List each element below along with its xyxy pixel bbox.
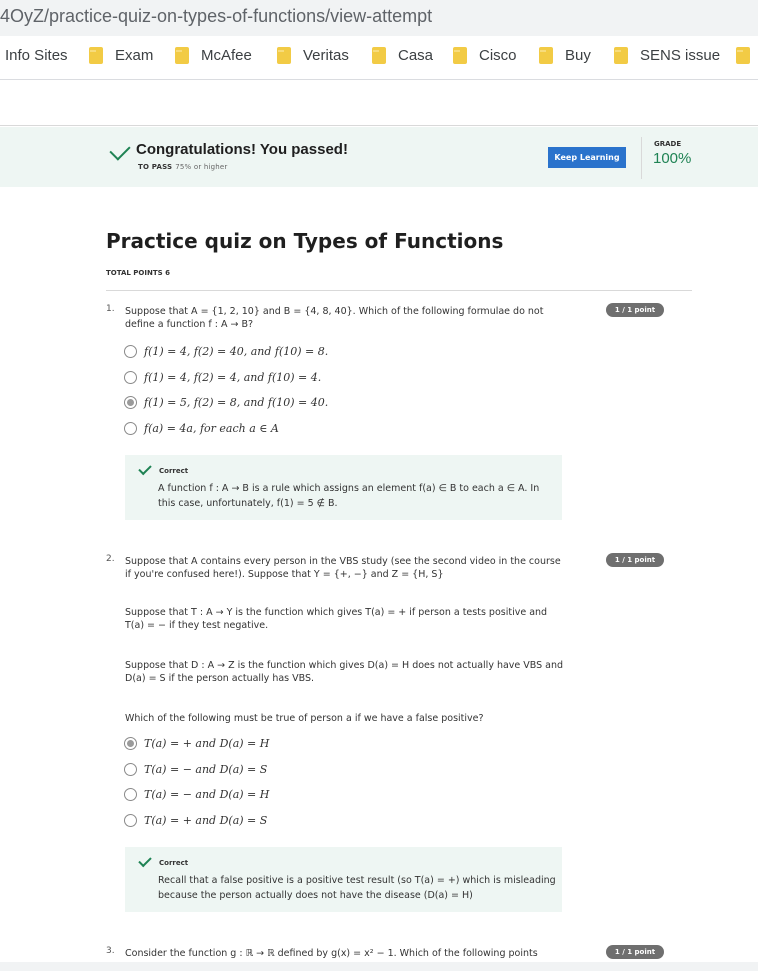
bookmark-overflow[interactable] <box>736 47 758 64</box>
folder-icon <box>614 47 628 64</box>
feedback-label: Correct <box>159 859 189 867</box>
bookmark-exam[interactable]: Exam <box>89 47 153 64</box>
option-2[interactable]: f(1) = 4, f(2) = 4, and f(10) = 4. <box>124 371 321 384</box>
divider <box>106 290 692 291</box>
question-paragraph: Suppose that A contains every person in … <box>125 556 561 580</box>
feedback-box: Correct Recall that a false positive is … <box>125 847 562 912</box>
radio-button-selected[interactable] <box>124 396 137 409</box>
option-3[interactable]: T(a) = − and D(a) = H <box>124 788 269 801</box>
checkmark-icon <box>138 853 152 868</box>
option-3[interactable]: f(1) = 5, f(2) = 8, and f(10) = 40. <box>124 396 328 409</box>
radio-button[interactable] <box>124 422 137 435</box>
bookmark-mcafee[interactable]: McAfee <box>175 47 252 64</box>
bookmark-cisco[interactable]: Cisco <box>453 47 517 64</box>
pass-banner: Congratulations! You passed! <box>0 127 758 187</box>
checkmark-icon <box>138 461 152 476</box>
option-2[interactable]: T(a) = − and D(a) = S <box>124 763 267 776</box>
points-badge: 1 / 1 point <box>606 303 664 317</box>
horizontal-scrollbar[interactable] <box>0 962 758 971</box>
page-title: Practice quiz on Types of Functions <box>106 229 504 253</box>
question-paragraph: Suppose that D : A → Z is the function w… <box>125 660 564 684</box>
folder-icon <box>453 47 467 64</box>
bookmark-info-sites[interactable]: Info Sites <box>5 47 68 64</box>
bookmark-casa[interactable]: Casa <box>372 47 433 64</box>
folder-icon <box>175 47 189 64</box>
folder-icon <box>736 47 750 64</box>
radio-button[interactable] <box>124 345 137 358</box>
question-paragraph: Suppose that T : A → Y is the function w… <box>125 607 548 631</box>
feedback-text: A function f : A → B is a rule which ass… <box>158 483 540 509</box>
points-badge: 1 / 1 point <box>606 945 664 959</box>
question-paragraph: Which of the following must be true of p… <box>125 713 484 724</box>
bookmark-sens-issue[interactable]: SENS issue <box>614 47 720 64</box>
radio-button[interactable] <box>124 763 137 776</box>
option-1[interactable]: T(a) = + and D(a) = H <box>124 737 269 750</box>
divider <box>641 137 642 179</box>
pass-title: Congratulations! You passed! <box>136 141 348 158</box>
radio-button-selected[interactable] <box>124 737 137 750</box>
points-badge: 1 / 1 point <box>606 553 664 567</box>
bookmarks-bar: Info Sites Exam McAfee Veritas Casa Cisc… <box>0 36 758 80</box>
grade-label: GRADE <box>654 140 682 148</box>
radio-button[interactable] <box>124 371 137 384</box>
option-4[interactable]: T(a) = + and D(a) = S <box>124 814 267 827</box>
radio-button[interactable] <box>124 788 137 801</box>
keep-learning-button[interactable]: Keep Learning <box>548 147 626 168</box>
folder-icon <box>372 47 386 64</box>
checkmark-icon <box>109 139 131 161</box>
grade-value: 100% <box>653 150 692 167</box>
folder-icon <box>277 47 291 64</box>
address-bar[interactable]: 4OyZ/practice-quiz-on-types-of-functions… <box>0 0 758 36</box>
radio-button[interactable] <box>124 814 137 827</box>
question-text: Suppose that A = {1, 2, 10} and B = {4, … <box>125 306 544 330</box>
question-number: 2. <box>106 554 115 564</box>
feedback-text: Recall that a false positive is a positi… <box>158 875 556 901</box>
to-pass-info: TO PASS 75% or higher <box>138 163 228 171</box>
page-header-area <box>0 81 758 126</box>
option-1[interactable]: f(1) = 4, f(2) = 40, and f(10) = 8. <box>124 345 328 358</box>
folder-icon <box>539 47 553 64</box>
feedback-box: Correct A function f : A → B is a rule w… <box>125 455 562 520</box>
bookmark-buy[interactable]: Buy <box>539 47 591 64</box>
total-points: TOTAL POINTS 6 <box>106 269 170 277</box>
bookmark-veritas[interactable]: Veritas <box>277 47 349 64</box>
url-text: 4OyZ/practice-quiz-on-types-of-functions… <box>0 6 433 26</box>
question-number: 3. <box>106 946 115 956</box>
folder-icon <box>89 47 103 64</box>
option-4[interactable]: f(a) = 4a, for each a ∈ A <box>124 422 279 435</box>
question-number: 1. <box>106 304 115 314</box>
feedback-label: Correct <box>159 467 189 475</box>
question-text: Consider the function g : ℝ → ℝ defined … <box>125 948 538 959</box>
